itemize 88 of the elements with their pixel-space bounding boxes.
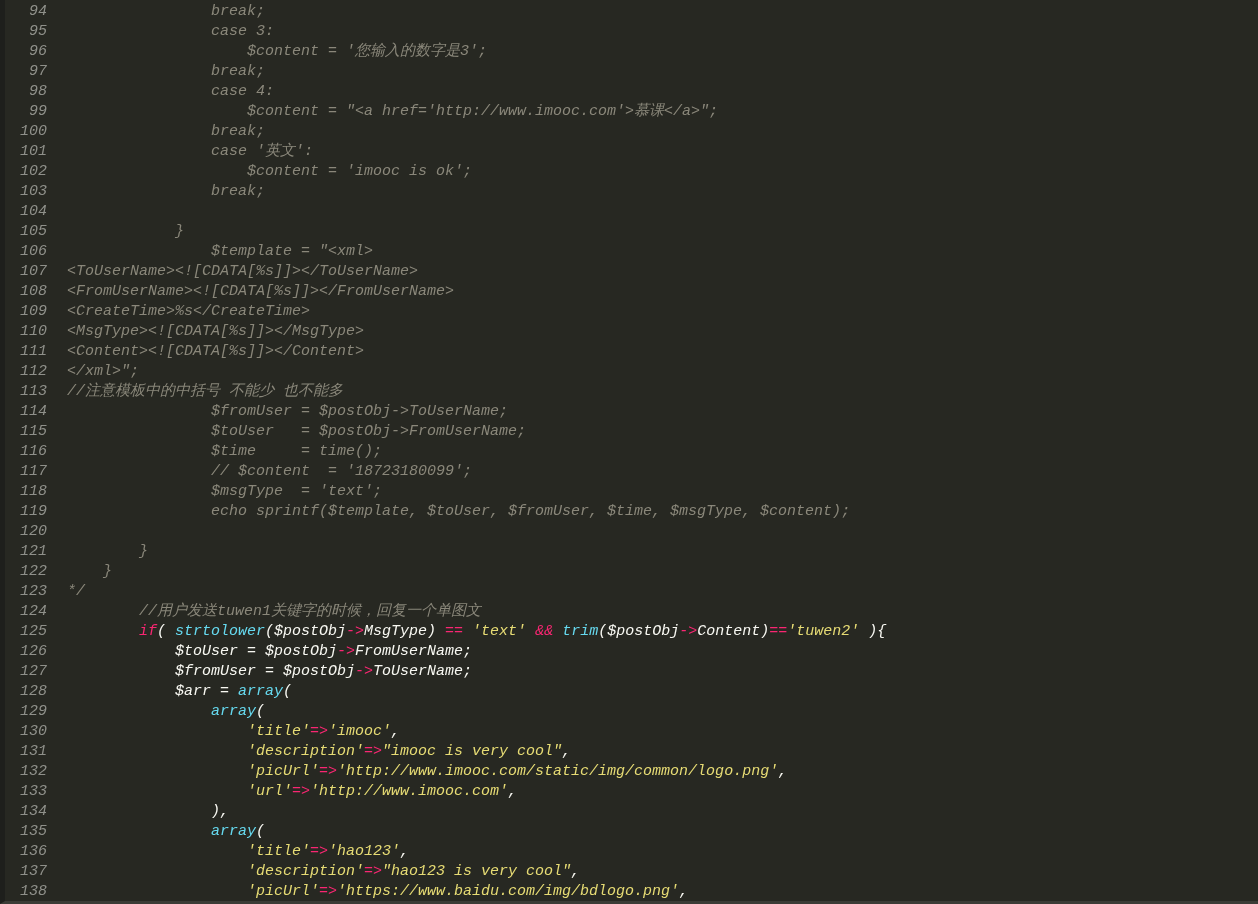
line-number: 121: [19, 542, 47, 562]
line-number: 109: [19, 302, 47, 322]
code-line: $msgType = 'text';: [210, 482, 383, 502]
line-number: 132: [19, 762, 47, 782]
code-line: case 3:: [210, 22, 275, 42]
code-line: case 4:: [210, 82, 275, 102]
code-line: $toUser = $postObj->FromUserName;: [174, 642, 473, 662]
code-line: //注意模板中的中括号 不能少 也不能多: [67, 382, 343, 402]
line-number: 110: [19, 322, 47, 342]
code-line: }: [102, 562, 112, 582]
code-line: 'description'=>"imooc is very cool",: [246, 742, 572, 762]
line-number: 101: [19, 142, 47, 162]
line-number: 118: [19, 482, 47, 502]
line-number: 117: [19, 462, 47, 482]
line-number: 135: [19, 822, 47, 842]
code-line: <Content><![CDATA[%s]]></Content>: [67, 342, 365, 362]
code-line: $fromUser = $postObj->ToUserName;: [210, 402, 509, 422]
code-line: break;: [210, 62, 266, 82]
code-line: $time = time();: [210, 442, 383, 462]
code-line: <MsgType><![CDATA[%s]]></MsgType>: [67, 322, 365, 342]
code-line: }: [174, 222, 185, 242]
code-line: $content = "<a href='http://www.imooc.com'>慕课</a>";: [246, 102, 719, 122]
line-number: 130: [19, 722, 47, 742]
line-number: 116: [19, 442, 47, 462]
code-line: ),: [210, 802, 230, 822]
code-line: $toUser = $postObj->FromUserName;: [210, 422, 527, 442]
code-line: $content = 'imooc is ok';: [246, 162, 473, 182]
code-line: if( strtolower($postObj->MsgType) == 'text' && trim($postObj->Content)=='tuwen2' ){: [138, 622, 887, 642]
code-line: break;: [210, 122, 266, 142]
code-line: <ToUserName><![CDATA[%s]]></ToUserName>: [67, 262, 419, 282]
code-line: }: [138, 542, 148, 562]
line-number: 123: [19, 582, 47, 602]
code-line: 'description'=>"hao123 is very cool",: [246, 862, 581, 882]
code-line: 'title'=>'hao123',: [246, 842, 410, 862]
line-number: 138: [19, 882, 47, 901]
code-line: 'title'=>'imooc',: [246, 722, 401, 742]
line-number: 126: [19, 642, 47, 662]
line-number: 94: [28, 2, 47, 22]
code-line: array(: [210, 822, 266, 842]
line-number: 133: [19, 782, 47, 802]
line-number: 136: [19, 842, 47, 862]
code-line: $arr = array(: [174, 682, 293, 702]
line-number: 137: [19, 862, 47, 882]
line-number: 129: [19, 702, 47, 722]
line-number: 113: [19, 382, 47, 402]
line-number: 131: [19, 742, 47, 762]
line-number: 115: [19, 422, 47, 442]
line-number: 103: [19, 182, 47, 202]
code-line: $content = '您输入的数字是3';: [246, 42, 488, 62]
code-line: <FromUserName><![CDATA[%s]]></FromUserName>: [67, 282, 455, 302]
line-number: 112: [19, 362, 47, 382]
line-number: 127: [19, 662, 47, 682]
line-number: 100: [19, 122, 47, 142]
line-number: 125: [19, 622, 47, 642]
line-number: 124: [19, 602, 47, 622]
line-number: 107: [19, 262, 47, 282]
code-line: */: [67, 582, 85, 602]
code-line: $template = "<xml>: [210, 242, 374, 262]
code-line: break;: [210, 182, 266, 202]
line-number: 108: [19, 282, 47, 302]
line-number: 105: [19, 222, 47, 242]
line-number: 120: [19, 522, 47, 542]
code-line: 'picUrl'=>'http://www.imooc.com/static/img/common/logo.png',: [246, 762, 788, 782]
code-line: array(: [210, 702, 266, 722]
code-line: <CreateTime>%s</CreateTime>: [67, 302, 311, 322]
line-number: 98: [28, 82, 47, 102]
line-number: 122: [19, 562, 47, 582]
code-line: // $content = '18723180099';: [210, 462, 473, 482]
code-line: break;: [210, 2, 266, 22]
code-line: 'picUrl'=>'https://www.baidu.com/img/bdlogo.png',: [246, 882, 689, 901]
line-number: 134: [19, 802, 47, 822]
line-number: 99: [28, 102, 47, 122]
code-line: </xml>";: [67, 362, 139, 382]
code-line: echo sprintf($template, $toUser, $fromUser, $time, $msgType, $content);: [210, 502, 851, 522]
line-number: 96: [28, 42, 47, 62]
line-number: 114: [19, 402, 47, 422]
line-number: 95: [28, 22, 47, 42]
line-number: 97: [28, 62, 47, 82]
code-line: $fromUser = $postObj->ToUserName;: [174, 662, 473, 682]
line-number: 111: [19, 342, 47, 362]
line-number: 128: [19, 682, 47, 702]
line-number: 119: [19, 502, 47, 522]
code-line: case '英文':: [210, 142, 314, 162]
line-number: 106: [19, 242, 47, 262]
code-line: //用户发送tuwen1关键字的时候，回复一个单图文: [138, 602, 482, 622]
line-number: 104: [19, 202, 47, 222]
line-number: 102: [19, 162, 47, 182]
code-line: 'url'=>'http://www.imooc.com',: [246, 782, 518, 802]
